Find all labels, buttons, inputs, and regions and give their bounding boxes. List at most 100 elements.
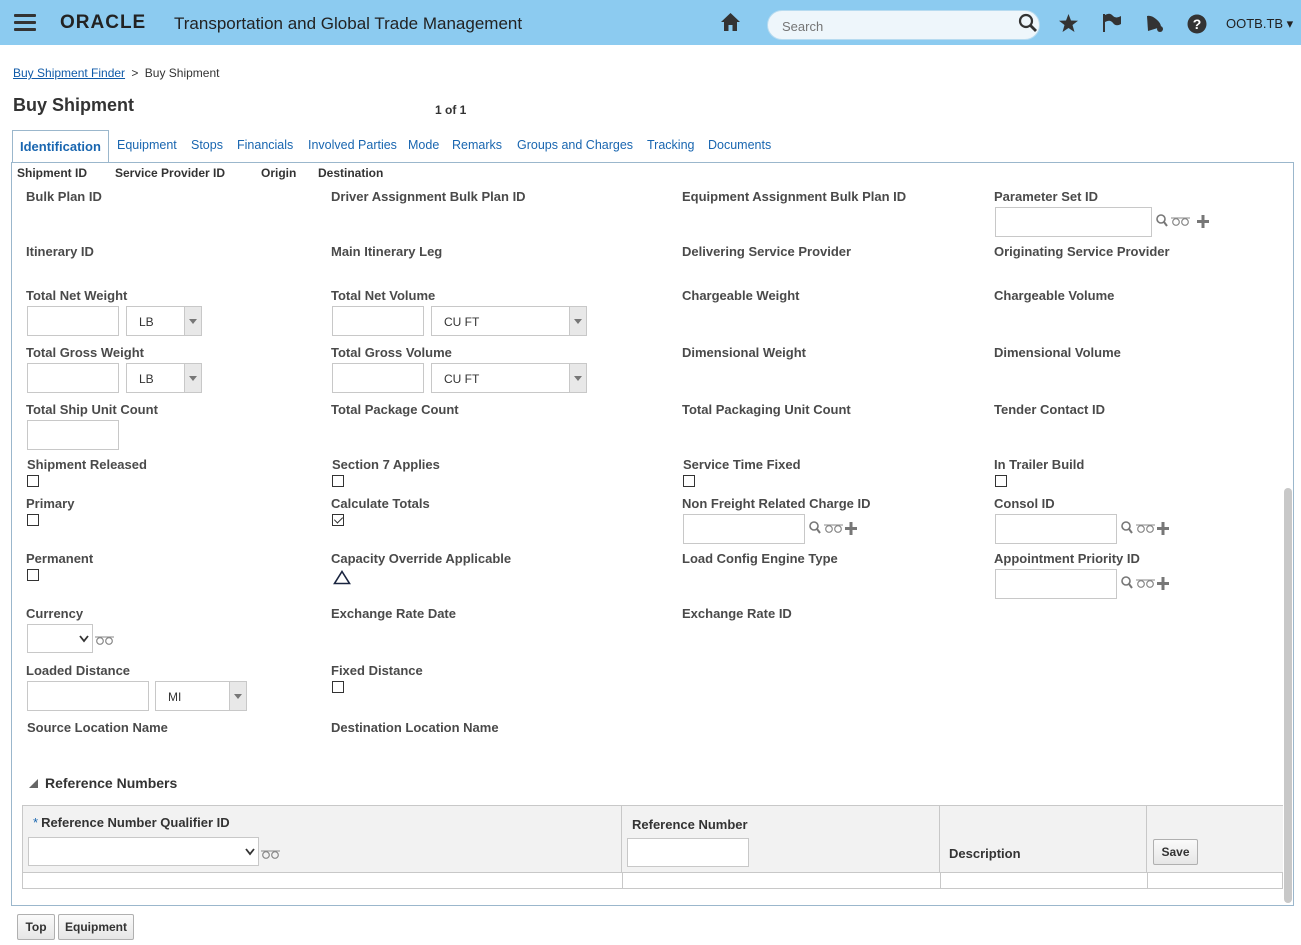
add-icon <box>1157 522 1169 535</box>
total-net-volume-input[interactable] <box>332 306 424 336</box>
chevron-down-icon <box>229 682 246 710</box>
gross-weight-uom-value: LB <box>139 372 154 386</box>
help-icon[interactable]: ? <box>1187 14 1207 37</box>
tab-equipment[interactable]: Equipment <box>117 138 177 152</box>
tab-groups-and-charges[interactable]: Groups and Charges <box>517 138 633 152</box>
cell-divider <box>940 872 941 889</box>
view-icon <box>1136 524 1155 533</box>
label-delivering-service-provider: Delivering Service Provider <box>682 244 852 259</box>
net-volume-uom-select[interactable]: CU FT <box>431 306 587 336</box>
view-icon <box>824 524 843 533</box>
label-total-packaging-unit-count: Total Packaging Unit Count <box>682 402 851 417</box>
total-ship-unit-count-input[interactable] <box>27 420 119 450</box>
breadcrumb-separator: > <box>131 66 139 80</box>
tab-identification[interactable]: Identification <box>12 130 109 163</box>
gross-volume-uom-select[interactable]: CU FT <box>431 363 587 393</box>
tab-stops[interactable]: Stops <box>191 138 223 152</box>
collapse-triangle-icon <box>29 779 38 788</box>
record-pager: 1 of 1 <box>435 103 467 117</box>
label-originating-service-provider: Originating Service Provider <box>994 244 1170 259</box>
summary-shipment-id: Shipment ID <box>17 166 88 180</box>
add-icon <box>845 522 857 535</box>
net-weight-uom-select[interactable]: LB <box>126 306 202 336</box>
non-freight-charge-id-input[interactable] <box>683 514 805 544</box>
search-input[interactable] <box>780 17 1000 35</box>
currency-select[interactable] <box>27 624 93 653</box>
label-total-ship-unit-count: Total Ship Unit Count <box>26 402 158 417</box>
primary-checkbox[interactable] <box>27 514 39 526</box>
tab-remarks[interactable]: Remarks <box>452 138 502 152</box>
required-mark: * <box>33 815 39 830</box>
service-time-fixed-checkbox[interactable] <box>683 475 695 487</box>
star-icon[interactable] <box>1058 13 1079 36</box>
lookup-icon <box>1156 214 1168 227</box>
label-load-config-engine-type: Load Config Engine Type <box>682 551 838 566</box>
label-service-time-fixed: Service Time Fixed <box>683 457 801 472</box>
vertical-scrollbar[interactable] <box>1284 488 1292 903</box>
fixed-distance-checkbox[interactable] <box>332 681 344 693</box>
search-box[interactable] <box>767 10 1040 40</box>
non-freight-charge-id-tools <box>808 520 863 536</box>
label-parameter-set-id: Parameter Set ID <box>994 189 1099 204</box>
consol-id-input[interactable] <box>995 514 1117 544</box>
save-button[interactable]: Save <box>1153 839 1198 865</box>
reference-number-header: Reference Number <box>632 817 748 832</box>
label-bulk-plan-id: Bulk Plan ID <box>26 189 102 204</box>
menu-icon[interactable] <box>14 14 36 31</box>
label-total-package-count: Total Package Count <box>331 402 459 417</box>
currency-view-icon[interactable] <box>95 633 115 649</box>
net-weight-uom-value: LB <box>139 315 154 329</box>
shipment-released-checkbox[interactable] <box>27 475 39 487</box>
parameter-set-id-input[interactable] <box>995 207 1152 237</box>
page-title: Buy Shipment <box>13 95 135 115</box>
home-icon[interactable] <box>720 12 741 35</box>
appointment-priority-id-tools <box>1120 575 1175 591</box>
total-net-weight-input[interactable] <box>27 306 119 336</box>
reference-numbers-header[interactable]: Reference Numbers <box>28 775 177 791</box>
breadcrumb: Buy Shipment Finder > Buy Shipment <box>13 66 219 80</box>
search-icon[interactable] <box>1018 13 1038 36</box>
section-7-applies-checkbox[interactable] <box>332 475 344 487</box>
flag-icon[interactable] <box>1101 12 1122 36</box>
appointment-priority-id-input[interactable] <box>995 569 1117 599</box>
label-total-gross-weight: Total Gross Weight <box>26 345 144 360</box>
lookup-icon <box>809 521 821 534</box>
breadcrumb-link-finder[interactable]: Buy Shipment Finder <box>13 66 125 80</box>
chevron-down-icon <box>569 307 586 335</box>
reference-number-input[interactable] <box>627 838 749 867</box>
label-exchange-rate-date: Exchange Rate Date <box>331 606 456 621</box>
calculate-totals-checkbox[interactable] <box>332 514 344 526</box>
oracle-logo: ORACLE <box>60 12 147 33</box>
row-divider <box>23 872 1282 873</box>
add-icon <box>1197 215 1209 228</box>
reference-numbers-title: Reference Numbers <box>45 775 178 791</box>
notification-bell-icon[interactable] <box>1144 12 1165 36</box>
equipment-button[interactable]: Equipment <box>58 914 134 940</box>
qualifier-view-icon[interactable] <box>261 847 281 863</box>
total-gross-weight-input[interactable] <box>27 363 119 393</box>
permanent-checkbox[interactable] <box>27 569 39 581</box>
chevron-down-icon <box>184 364 201 392</box>
app-title: Transportation and Global Trade Manageme… <box>174 14 523 33</box>
top-button[interactable]: Top <box>17 914 55 940</box>
in-trailer-build-checkbox[interactable] <box>995 475 1007 487</box>
tab-financials[interactable]: Financials <box>237 138 293 152</box>
label-primary: Primary <box>26 496 75 511</box>
total-gross-volume-input[interactable] <box>332 363 424 393</box>
col-description <box>940 806 1147 872</box>
tab-involved-parties[interactable]: Involved Parties <box>308 138 397 152</box>
summary-origin: Origin <box>261 166 297 180</box>
tab-mode[interactable]: Mode <box>408 138 439 152</box>
label-exchange-rate-id: Exchange Rate ID <box>682 606 792 621</box>
qualifier-select[interactable] <box>28 837 259 866</box>
tab-tracking[interactable]: Tracking <box>647 138 694 152</box>
gross-weight-uom-select[interactable]: LB <box>126 363 202 393</box>
distance-uom-value: MI <box>168 690 182 704</box>
distance-uom-select[interactable]: MI <box>155 681 247 711</box>
user-menu[interactable]: OOTB.TB ▾ <box>1226 16 1293 32</box>
label-tender-contact-id: Tender Contact ID <box>994 402 1105 417</box>
lookup-icon <box>1121 576 1133 589</box>
tab-documents[interactable]: Documents <box>708 138 771 152</box>
view-icon <box>1136 579 1155 588</box>
loaded-distance-input[interactable] <box>27 681 149 711</box>
